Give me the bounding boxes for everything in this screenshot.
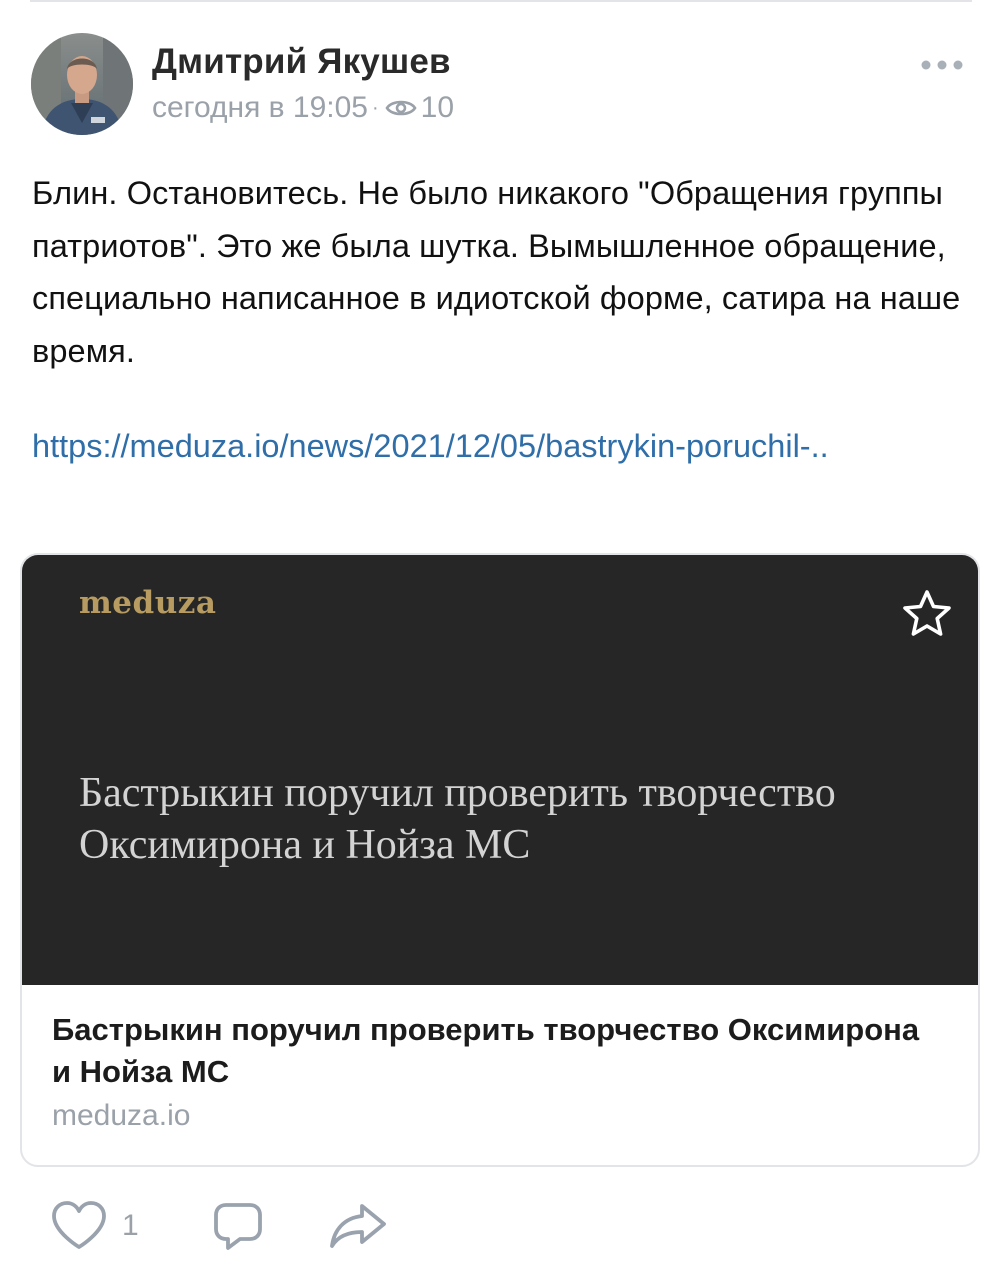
eye-icon [385, 100, 417, 116]
more-button[interactable] [916, 52, 968, 78]
image-headline: Бастрыкин поручил проверить творчество О… [79, 770, 836, 868]
post-meta: сегодня в 19:05 · 10 [152, 88, 454, 128]
post-time[interactable]: сегодня в 19:05 [152, 91, 368, 125]
post-link[interactable]: https://meduza.io/news/2021/12/05/bastry… [32, 420, 932, 472]
like-button[interactable]: 1 [50, 1198, 150, 1254]
meta-separator: · [372, 96, 379, 119]
share-button[interactable] [328, 1198, 390, 1254]
comment-icon [214, 1203, 262, 1250]
top-divider [30, 0, 972, 2]
avatar-photo [31, 33, 133, 135]
card-domain: meduza.io [52, 1099, 191, 1132]
views-count: 10 [420, 91, 455, 124]
meduza-logo: meduza [79, 585, 217, 621]
author-name[interactable]: Дмитрий Якушев [152, 42, 451, 82]
avatar[interactable] [31, 33, 133, 135]
like-count: 1 [122, 1209, 139, 1242]
share-icon [330, 1204, 386, 1248]
card-title[interactable]: Бастрыкин поручил проверить творчество О… [52, 1009, 932, 1093]
card-image: meduza Бастрыкин поручил проверить творч… [22, 555, 978, 985]
more-icon [921, 60, 963, 70]
post-text: Блин. Остановитесь. Не было никакого "Об… [32, 175, 961, 369]
link-card[interactable]: meduza Бастрыкин поручил проверить творч… [20, 553, 980, 1167]
comment-button[interactable] [212, 1198, 268, 1254]
star-icon[interactable] [902, 589, 952, 637]
heart-icon [52, 1201, 106, 1249]
